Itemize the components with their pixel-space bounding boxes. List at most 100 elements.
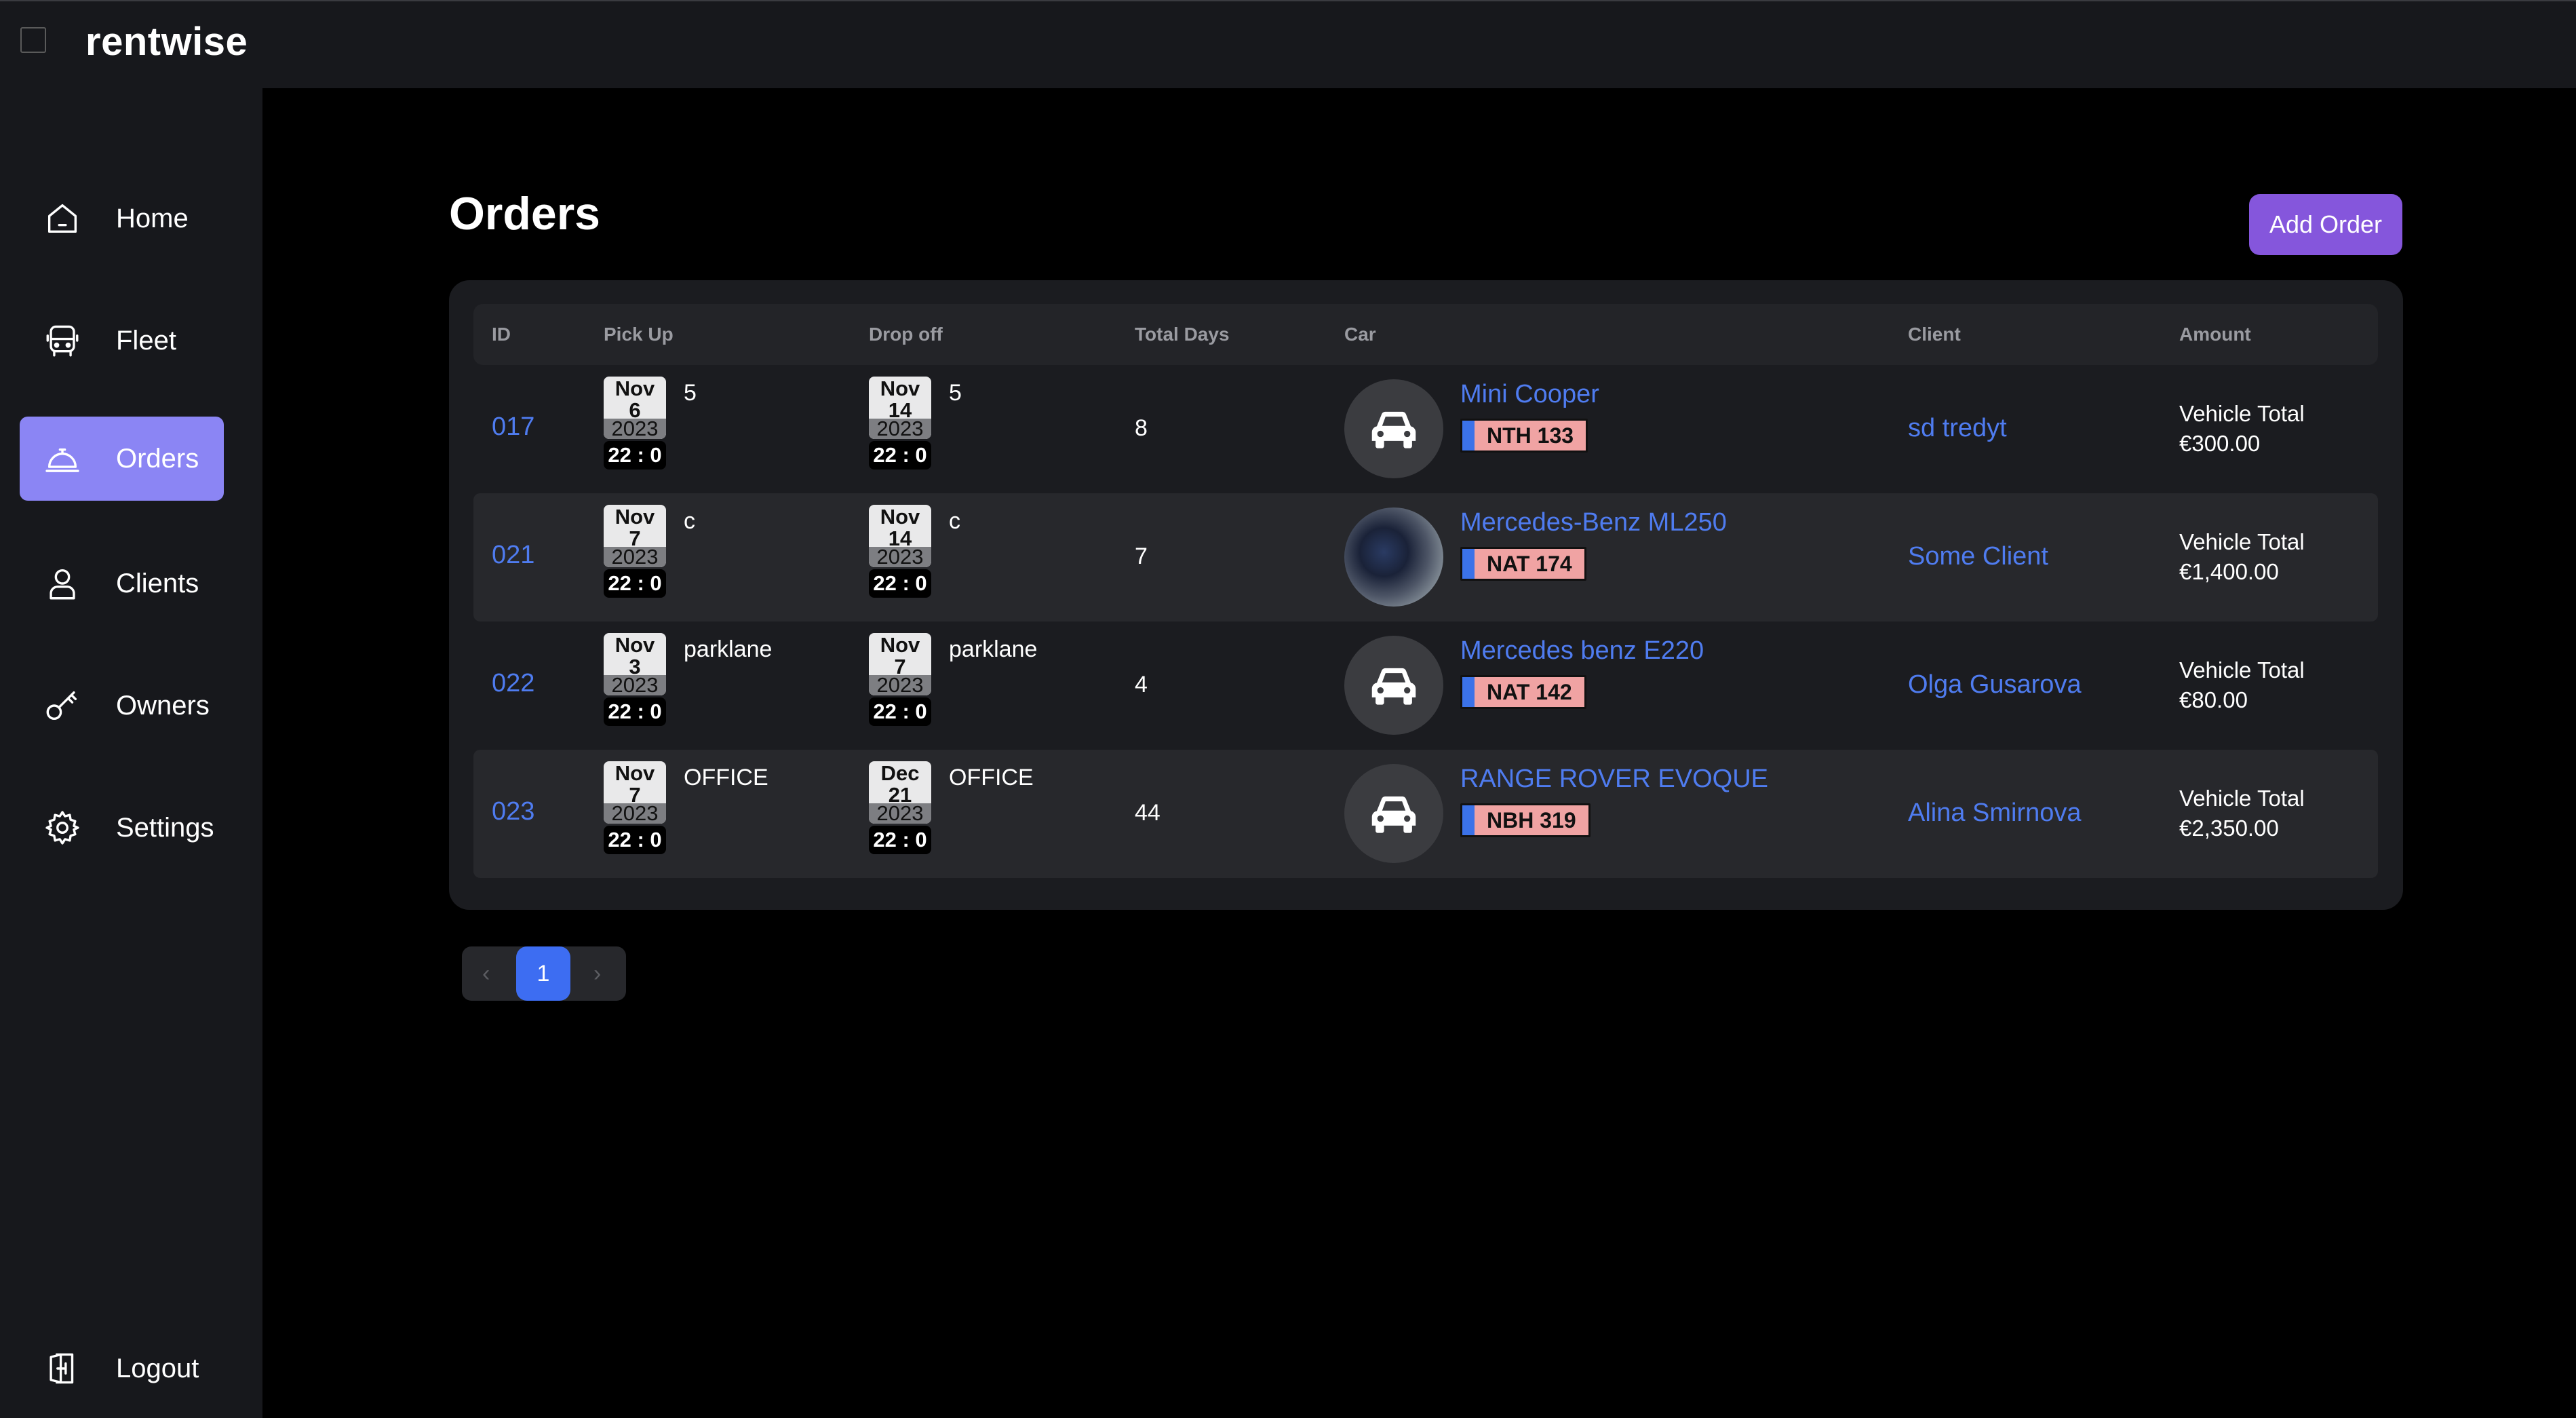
page-title: Orders: [449, 188, 600, 239]
client-link[interactable]: Alina Smirnova: [1908, 799, 2082, 828]
total-days: 7: [1135, 543, 1148, 569]
amount-label: Vehicle Total: [2179, 657, 2305, 683]
amount-value: €300.00: [2179, 431, 2261, 456]
pickup-year: 2023: [604, 418, 666, 439]
logo-image: [20, 27, 46, 53]
license-plate: NBH 319: [1460, 803, 1591, 837]
dropoff-location: parklane: [949, 636, 1038, 662]
sidebar: Home Fleet Orders Clients Owners Setting…: [0, 88, 262, 1418]
client-link[interactable]: Olga Gusarova: [1908, 670, 2082, 700]
total-days: 4: [1135, 672, 1148, 697]
dropoff-location: c: [949, 508, 960, 534]
pickup-time: 22 : 0: [604, 826, 666, 854]
sidebar-item-label: Owners: [116, 690, 210, 721]
sidebar-item-home[interactable]: Home: [20, 176, 224, 261]
order-id-link[interactable]: 022: [492, 669, 534, 698]
amount: Vehicle Total €300.00: [2179, 399, 2305, 459]
sidebar-item-fleet[interactable]: Fleet: [20, 299, 224, 383]
sidebar-item-label: Fleet: [116, 325, 176, 356]
car-icon: [1371, 668, 1416, 705]
car-avatar: [1344, 764, 1443, 863]
client-link[interactable]: Some Client: [1908, 542, 2048, 571]
header-car: Car: [1344, 324, 1376, 345]
order-id-link[interactable]: 017: [492, 413, 534, 442]
service-bell-icon: [45, 448, 79, 472]
amount: Vehicle Total €1,400.00: [2179, 527, 2305, 587]
logout-label: Logout: [116, 1353, 199, 1383]
pagination: ‹ 1 ›: [462, 946, 626, 1001]
logout-button[interactable]: Logout: [20, 1326, 224, 1411]
sidebar-item-orders[interactable]: Orders: [20, 417, 224, 501]
header-client: Client: [1908, 324, 1961, 345]
amount-label: Vehicle Total: [2179, 401, 2305, 426]
dropoff-date: Nov 14 2023: [869, 377, 931, 439]
sidebar-item-owners[interactable]: Owners: [20, 664, 224, 748]
pickup-month: Nov: [614, 377, 655, 400]
pickup-year: 2023: [604, 674, 666, 695]
pickup-year: 2023: [604, 546, 666, 567]
car-avatar: [1344, 636, 1443, 735]
pickup-time: 22 : 0: [604, 441, 666, 470]
page-1-button[interactable]: 1: [516, 946, 570, 1001]
pickup-year: 2023: [604, 803, 666, 824]
user-icon: [50, 569, 75, 600]
pickup-location: parklane: [684, 636, 773, 662]
next-page-button[interactable]: ›: [593, 946, 601, 1001]
brand-name: rentwise: [85, 20, 248, 64]
pickup-date: Nov 6 2023: [604, 377, 666, 439]
table-row[interactable]: 023 Nov 7 2023 22 : 0 OFFICE Dec 21 2023…: [473, 750, 2378, 878]
pickup-time: 22 : 0: [604, 569, 666, 598]
bus-icon: [46, 325, 79, 357]
license-plate: NTH 133: [1460, 419, 1588, 453]
amount: Vehicle Total €80.00: [2179, 655, 2305, 715]
amount: Vehicle Total €2,350.00: [2179, 784, 2305, 843]
sidebar-item-clients[interactable]: Clients: [20, 541, 224, 626]
orders-table: ID Pick Up Drop off Total Days Car Clien…: [473, 304, 2378, 878]
dropoff-date: Dec 21 2023: [869, 761, 931, 824]
header-id: ID: [492, 324, 511, 345]
client-link[interactable]: sd tredyt: [1908, 414, 2007, 443]
header-dropoff: Drop off: [869, 324, 943, 345]
table-row[interactable]: 021 Nov 7 2023 22 : 0 c Nov 14 2023 22 :…: [473, 493, 2378, 621]
order-id-link[interactable]: 023: [492, 797, 534, 826]
dropoff-month: Dec: [880, 761, 920, 785]
car-icon: [1371, 796, 1416, 833]
car-name-link[interactable]: Mercedes benz E220: [1460, 636, 1704, 666]
car-name-link[interactable]: Mercedes-Benz ML250: [1460, 508, 1727, 537]
sidebar-item-label: Clients: [116, 568, 199, 598]
car-photo: [1344, 507, 1443, 607]
order-id-link[interactable]: 021: [492, 541, 534, 570]
car-name-link[interactable]: RANGE ROVER EVOQUE: [1460, 765, 1768, 794]
table-row[interactable]: 017 Nov 6 2023 22 : 0 5 Nov 14 2023 22 :…: [473, 365, 2378, 493]
dropoff-location: OFFICE: [949, 765, 1034, 790]
sidebar-item-label: Orders: [116, 443, 199, 474]
amount-value: €2,350.00: [2179, 816, 2279, 841]
amount-label: Vehicle Total: [2179, 529, 2305, 554]
add-order-button[interactable]: Add Order: [2249, 194, 2402, 255]
car-name-link[interactable]: Mini Cooper: [1460, 380, 1599, 409]
amount-value: €1,400.00: [2179, 559, 2279, 584]
dropoff-year: 2023: [869, 418, 931, 439]
sidebar-item-settings[interactable]: Settings: [20, 786, 224, 870]
dropoff-year: 2023: [869, 674, 931, 695]
dropoff-time: 22 : 0: [869, 441, 931, 470]
top-bar: rentwise: [0, 0, 2576, 88]
dropoff-date: Nov 14 2023: [869, 505, 931, 567]
table-header: ID Pick Up Drop off Total Days Car Clien…: [473, 304, 2378, 365]
pickup-month: Nov: [614, 633, 655, 657]
home-icon: [47, 204, 77, 233]
dropoff-time: 22 : 0: [869, 697, 931, 726]
total-days: 44: [1135, 800, 1160, 826]
key-icon: [46, 691, 77, 721]
pickup-date: Nov 7 2023: [604, 505, 666, 567]
dropoff-time: 22 : 0: [869, 826, 931, 854]
dropoff-year: 2023: [869, 546, 931, 567]
logout-icon: [50, 1353, 74, 1384]
pickup-location: 5: [684, 380, 697, 406]
dropoff-year: 2023: [869, 803, 931, 824]
table-row[interactable]: 022 Nov 3 2023 22 : 0 parklane Nov 7 202…: [473, 621, 2378, 750]
prev-page-button[interactable]: ‹: [482, 946, 490, 1001]
dropoff-location: 5: [949, 380, 962, 406]
license-plate: NAT 174: [1460, 547, 1586, 581]
sidebar-item-label: Home: [116, 203, 189, 233]
